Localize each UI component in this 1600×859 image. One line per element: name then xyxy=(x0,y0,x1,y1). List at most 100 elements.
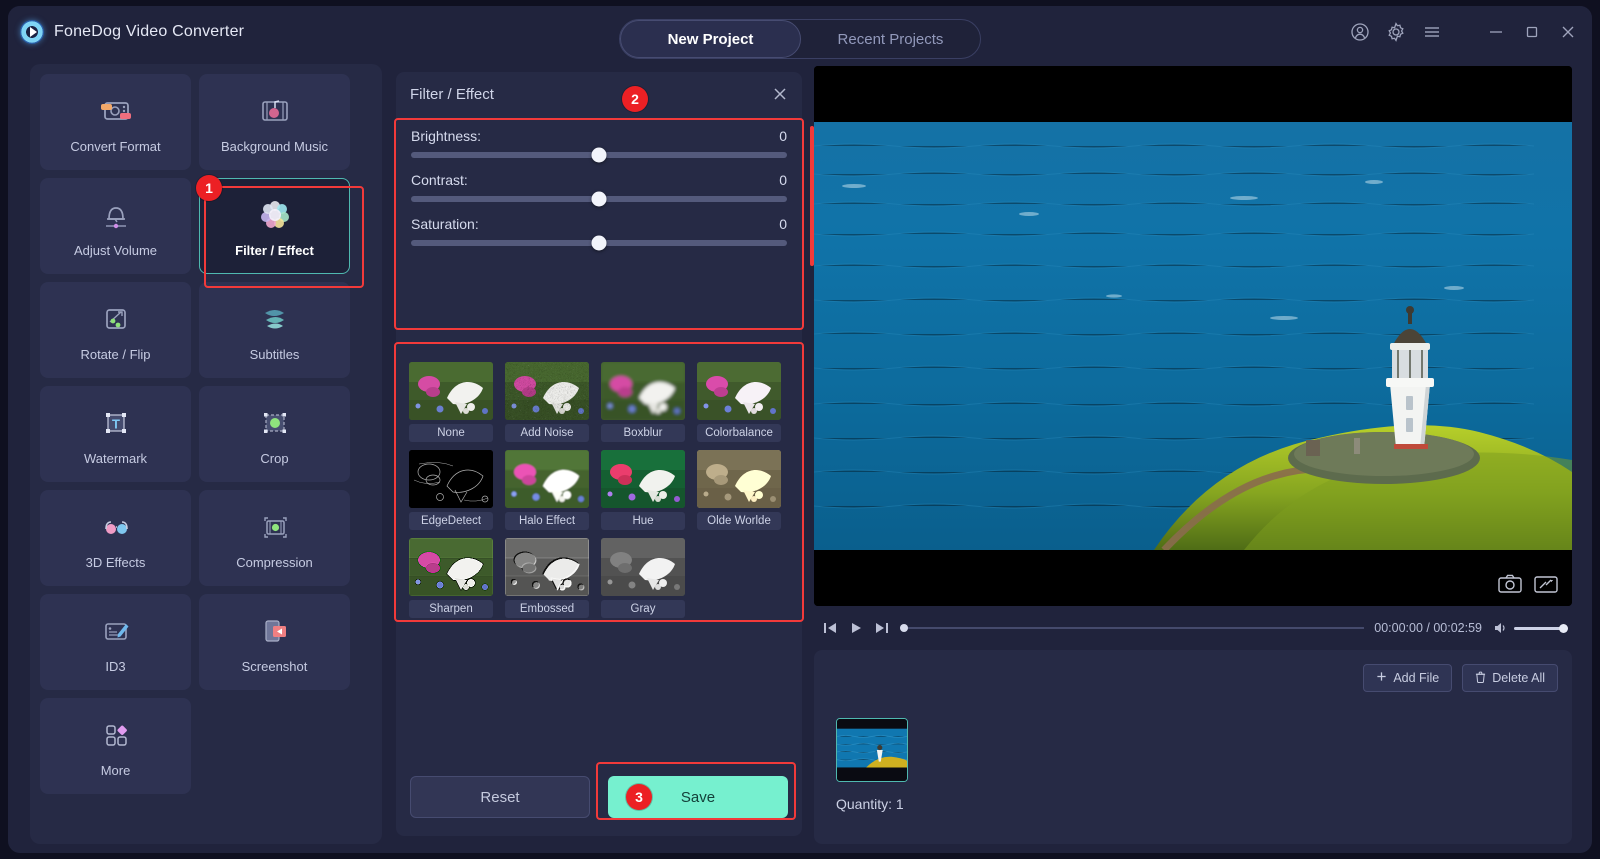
effect-label: Sharpen xyxy=(409,600,493,618)
brand: FoneDog Video Converter xyxy=(20,20,244,44)
tool-more[interactable]: More xyxy=(40,698,191,794)
rotate-flip-icon xyxy=(96,299,136,339)
volume-track[interactable] xyxy=(1514,627,1564,630)
effect-thumbnail xyxy=(409,450,493,508)
slider-label: Contrast: xyxy=(411,172,468,188)
saturation-knob[interactable] xyxy=(592,236,607,251)
saturation-track[interactable] xyxy=(411,240,787,246)
filter-effect-icon xyxy=(255,195,295,235)
tool-id3[interactable]: ID3 xyxy=(40,594,191,690)
effect-hue[interactable]: Hue xyxy=(601,450,685,530)
slider-value: 0 xyxy=(779,216,787,232)
slider-value: 0 xyxy=(779,172,787,188)
3d-effects-icon xyxy=(96,507,136,547)
id3-icon xyxy=(96,611,136,651)
effect-embossed[interactable]: Embossed xyxy=(505,538,589,618)
effect-label: EdgeDetect xyxy=(409,512,493,530)
effect-label: Halo Effect xyxy=(505,512,589,530)
tool-watermark[interactable]: T Watermark xyxy=(40,386,191,482)
seek-handle[interactable] xyxy=(900,624,908,632)
effect-boxblur[interactable]: Boxblur xyxy=(601,362,685,442)
file-list-actions: Add File Delete All xyxy=(1363,664,1558,692)
tool-label: Background Music xyxy=(221,139,328,154)
save-button[interactable]: Save 3 xyxy=(608,776,788,818)
player-controls: 00:00:00 / 00:02:59 xyxy=(814,612,1572,644)
tool-label: Adjust Volume xyxy=(74,243,157,258)
effect-none[interactable]: None xyxy=(409,362,493,442)
app-window: FoneDog Video Converter New Project Rece… xyxy=(8,6,1592,853)
effect-add-noise[interactable]: Add Noise xyxy=(505,362,589,442)
menu-icon[interactable] xyxy=(1422,22,1442,42)
tab-recent-projects[interactable]: Recent Projects xyxy=(801,20,980,58)
tool-label: Watermark xyxy=(84,451,147,466)
effect-label: None xyxy=(409,424,493,442)
effect-thumbnail xyxy=(409,538,493,596)
more-icon xyxy=(96,715,136,755)
skip-next-icon[interactable] xyxy=(874,620,890,636)
effect-grid: None Add Noise Boxblur xyxy=(409,362,789,618)
effect-thumbnail xyxy=(697,362,781,420)
brightness-knob[interactable] xyxy=(592,148,607,163)
seek-bar[interactable] xyxy=(900,626,1364,630)
effect-sharpen[interactable]: Sharpen xyxy=(409,538,493,618)
effect-colorbalance[interactable]: Colorbalance xyxy=(697,362,781,442)
effect-presets: None Add Noise Boxblur xyxy=(401,352,797,668)
skip-previous-icon[interactable] xyxy=(822,620,838,636)
effect-halo[interactable]: Halo Effect xyxy=(505,450,589,530)
slider-label: Saturation: xyxy=(411,216,479,232)
preview-overlay-controls xyxy=(1496,572,1560,596)
maximize-icon[interactable] xyxy=(1522,22,1542,42)
effect-olde-worlde[interactable]: Olde Worlde xyxy=(697,450,781,530)
add-file-button[interactable]: Add File xyxy=(1363,664,1452,692)
expand-icon[interactable] xyxy=(1532,572,1560,596)
subtitles-icon xyxy=(255,299,295,339)
video-preview[interactable] xyxy=(814,66,1572,606)
tool-label: Crop xyxy=(260,451,288,466)
volume-handle[interactable] xyxy=(1559,624,1568,633)
tab-new-project[interactable]: New Project xyxy=(620,20,801,58)
slider-saturation: Saturation: 0 xyxy=(409,216,789,246)
account-icon[interactable] xyxy=(1350,22,1370,42)
slider-label: Brightness: xyxy=(411,128,481,144)
slider-brightness: Brightness: 0 xyxy=(409,128,789,158)
plus-icon xyxy=(1376,671,1387,685)
contrast-track[interactable] xyxy=(411,196,787,202)
preview-frame xyxy=(814,66,1572,606)
effect-gray[interactable]: Gray xyxy=(601,538,685,618)
quantity-label: Quantity: 1 xyxy=(836,796,908,812)
play-icon[interactable] xyxy=(848,620,864,636)
tool-subtitles[interactable]: Subtitles xyxy=(199,282,350,378)
tool-3d-effects[interactable]: 3D Effects xyxy=(40,490,191,586)
effect-thumbnail xyxy=(505,450,589,508)
minimize-icon[interactable] xyxy=(1486,22,1506,42)
tool-crop[interactable]: Crop xyxy=(199,386,350,482)
reset-button[interactable]: Reset xyxy=(410,776,590,818)
close-icon[interactable] xyxy=(770,84,790,104)
gear-icon[interactable] xyxy=(1386,22,1406,42)
effect-edgedetect[interactable]: EdgeDetect xyxy=(409,450,493,530)
brightness-track[interactable] xyxy=(411,152,787,158)
tool-rotate-flip[interactable]: Rotate / Flip xyxy=(40,282,191,378)
volume-icon[interactable] xyxy=(1492,620,1508,636)
contrast-knob[interactable] xyxy=(592,192,607,207)
crop-icon xyxy=(255,403,295,443)
trash-icon xyxy=(1475,671,1486,686)
delete-all-label: Delete All xyxy=(1492,671,1545,685)
close-icon[interactable] xyxy=(1558,22,1578,42)
tool-label: ID3 xyxy=(105,659,125,674)
delete-all-button[interactable]: Delete All xyxy=(1462,664,1558,692)
tool-adjust-volume[interactable]: Adjust Volume xyxy=(40,178,191,274)
tool-screenshot[interactable]: Screenshot xyxy=(199,594,350,690)
background-music-icon xyxy=(255,91,295,131)
tool-background-music[interactable]: Background Music xyxy=(199,74,350,170)
effect-thumbnail xyxy=(601,450,685,508)
tool-convert-format[interactable]: Convert Format xyxy=(40,74,191,170)
tools-grid: Convert Format Background Music xyxy=(40,74,372,794)
file-thumbnail[interactable] xyxy=(836,718,908,782)
file-item: Quantity: 1 xyxy=(836,718,908,812)
tool-filter-effect[interactable]: Filter / Effect 1 xyxy=(199,178,350,274)
app-title: FoneDog Video Converter xyxy=(54,23,244,41)
tool-compression[interactable]: Compression xyxy=(199,490,350,586)
camera-icon[interactable] xyxy=(1496,572,1524,596)
annotation-badge-1: 1 xyxy=(196,175,222,201)
